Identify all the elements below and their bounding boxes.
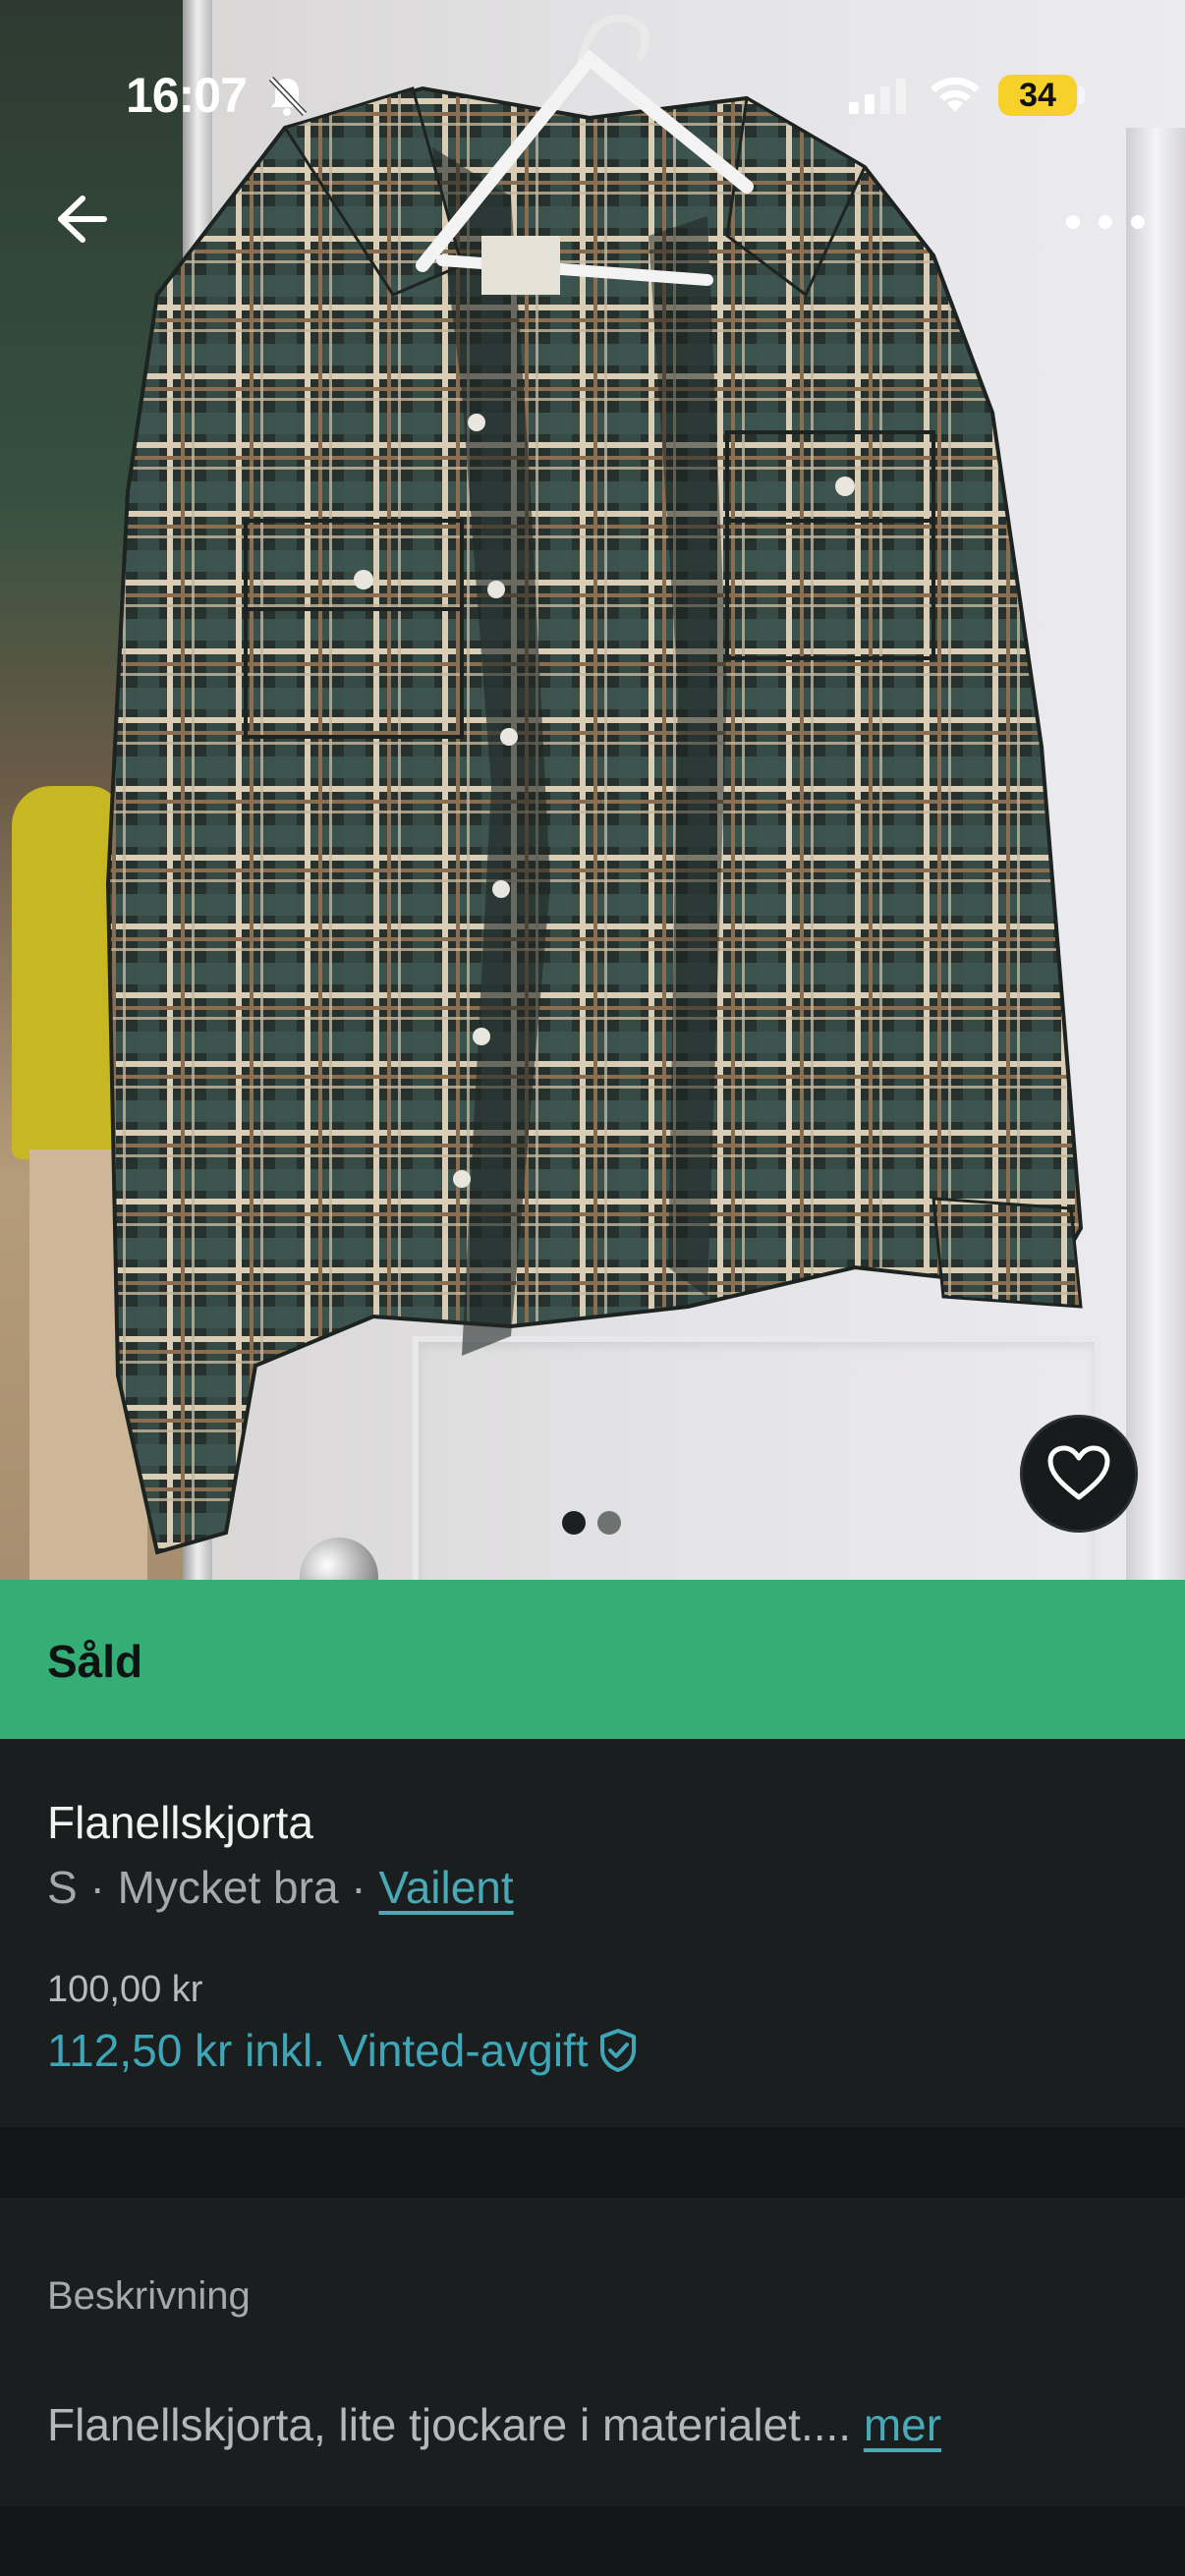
product-photo[interactable]: 16:07 34 (0, 0, 1185, 1580)
item-price: 100,00 kr (47, 1969, 203, 2010)
sold-banner: Såld (0, 1580, 1185, 1739)
page-dot-active (562, 1511, 586, 1535)
arrow-left-icon[interactable] (49, 187, 114, 252)
item-meta: S · Mycket bra · Vailent (47, 1861, 514, 1914)
item-size: S (47, 1862, 78, 1913)
meta-separator: · (77, 1862, 118, 1913)
wifi-icon (931, 77, 980, 112)
photo-page-indicator (562, 1511, 631, 1535)
signal-icon (849, 79, 906, 114)
bell-slash-icon (268, 76, 308, 117)
item-detail-screen: 16:07 34 Såld Flanellskjorta S · Mycket … (0, 0, 1185, 2576)
more-dots-icon[interactable] (1061, 193, 1150, 252)
meta-separator: · (338, 1862, 379, 1913)
item-title: Flanellskjorta (47, 1797, 313, 1848)
item-info-card: Flanellskjorta S · Mycket bra · Vailent … (0, 1739, 1185, 2127)
description-text: Flanellskjorta, lite tjockare i material… (47, 2398, 941, 2451)
status-time: 16:07 (126, 68, 248, 123)
favorite-button[interactable] (1020, 1415, 1138, 1533)
description-body: Flanellskjorta, lite tjockare i material… (47, 2399, 864, 2450)
item-condition: Mycket bra (117, 1862, 339, 1913)
heart-icon (1047, 1445, 1110, 1500)
flannel-shirt-image (105, 14, 1084, 1555)
description-heading: Beskrivning (47, 2274, 251, 2318)
page-dot-inactive (597, 1511, 621, 1535)
sold-label: Såld (47, 1636, 143, 1687)
item-brand-link[interactable]: Vailent (378, 1862, 513, 1913)
description-card: Beskrivning Flanellskjorta, lite tjockar… (0, 2198, 1185, 2506)
description-more-link[interactable]: mer (864, 2399, 941, 2450)
battery-tip (1079, 86, 1085, 104)
price-incl-label: 112,50 kr inkl. Vinted-avgift (47, 2025, 589, 2076)
item-price-incl-fee[interactable]: 112,50 kr inkl. Vinted-avgift (47, 2024, 640, 2077)
battery-icon: 34 (998, 75, 1077, 116)
shield-check-icon[interactable] (596, 2027, 640, 2074)
